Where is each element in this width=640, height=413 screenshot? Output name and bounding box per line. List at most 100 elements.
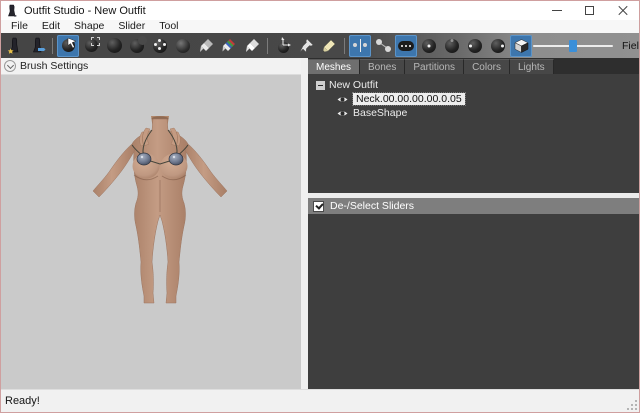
status-text: Ready! bbox=[5, 395, 40, 407]
cursor-icon bbox=[67, 38, 77, 49]
boot-star-icon bbox=[6, 37, 23, 54]
pen-icon bbox=[322, 39, 336, 53]
tab-bar: Meshes Bones Partitions Colors Lights bbox=[308, 58, 639, 74]
status-bar: Ready! bbox=[1, 389, 639, 412]
smooth-brush-button[interactable] bbox=[172, 35, 194, 57]
axis-arrows-icon bbox=[274, 36, 292, 54]
tree-item-baseshape[interactable]: BaseShape bbox=[308, 106, 639, 120]
fov-slider[interactable] bbox=[533, 39, 613, 53]
show-vertices-toggle[interactable] bbox=[395, 35, 417, 57]
right-arm bbox=[185, 144, 227, 197]
minimize-icon bbox=[552, 10, 562, 11]
load-reference-button[interactable] bbox=[26, 35, 48, 57]
app-logo-icon bbox=[6, 4, 19, 18]
alpha-brush-button[interactable] bbox=[241, 35, 263, 57]
tab-lights[interactable]: Lights bbox=[510, 59, 554, 74]
pin-tool-button[interactable] bbox=[295, 35, 317, 57]
collapse-expander-icon[interactable] bbox=[316, 81, 325, 90]
tree-root-row[interactable]: New Outfit bbox=[308, 78, 639, 92]
directional-light-2-toggle[interactable] bbox=[464, 35, 486, 57]
dot-icon bbox=[158, 47, 161, 50]
menu-edit[interactable]: Edit bbox=[35, 20, 67, 33]
fov-area: Field of View: 65 bbox=[533, 39, 640, 53]
left-arm bbox=[93, 144, 135, 197]
toolbar: Field of View: 65 bbox=[1, 33, 639, 58]
x-mirror-toggle[interactable] bbox=[349, 35, 371, 57]
select-tool-button[interactable] bbox=[57, 35, 79, 57]
mask-brush-button[interactable] bbox=[80, 35, 102, 57]
tree-item-neck[interactable]: Neck.00.00.00.00.0.05 bbox=[308, 92, 639, 106]
close-icon bbox=[618, 6, 628, 16]
toolbar-separator bbox=[267, 38, 268, 54]
viewport-3d[interactable] bbox=[1, 75, 301, 389]
main-content: Brush Settings bbox=[1, 58, 639, 389]
crescent-icon bbox=[138, 36, 147, 45]
toolbar-separator bbox=[344, 38, 345, 54]
white-brush-icon bbox=[245, 38, 260, 53]
frontal-light-toggle[interactable] bbox=[418, 35, 440, 57]
collapse-chevron-icon[interactable] bbox=[4, 60, 16, 72]
perspective-toggle[interactable] bbox=[510, 35, 532, 57]
tab-meshes[interactable]: Meshes bbox=[308, 59, 360, 74]
maximize-button[interactable] bbox=[573, 1, 606, 20]
minimize-button[interactable] bbox=[540, 1, 573, 20]
dot-icon bbox=[163, 43, 166, 46]
tree-root-label: New Outfit bbox=[329, 79, 378, 91]
deflate-brush-button[interactable] bbox=[126, 35, 148, 57]
pin-icon bbox=[299, 38, 314, 53]
move-brush-button[interactable] bbox=[149, 35, 171, 57]
menu-shape[interactable]: Shape bbox=[67, 20, 111, 33]
menu-slider[interactable]: Slider bbox=[111, 20, 152, 33]
sphere-icon bbox=[107, 38, 122, 53]
left-pane: Brush Settings bbox=[1, 58, 301, 389]
visibility-eye-icon[interactable] bbox=[336, 109, 349, 118]
resize-grip[interactable] bbox=[626, 399, 638, 411]
brush-settings-header[interactable]: Brush Settings bbox=[1, 58, 301, 75]
load-outfit-button[interactable] bbox=[3, 35, 25, 57]
directional-light-1-toggle[interactable] bbox=[441, 35, 463, 57]
tree-item-label-selected[interactable]: Neck.00.00.00.00.0.05 bbox=[353, 93, 465, 105]
directional-light-3-toggle[interactable] bbox=[487, 35, 509, 57]
rgb-brush-icon bbox=[222, 38, 237, 53]
boot-arrow-icon bbox=[29, 37, 46, 54]
fov-slider-thumb[interactable] bbox=[569, 40, 577, 52]
dot-icon bbox=[154, 43, 157, 46]
sphere-icon bbox=[176, 39, 190, 53]
window-controls bbox=[540, 1, 639, 20]
visibility-eye-icon[interactable] bbox=[336, 95, 349, 104]
tab-partitions[interactable]: Partitions bbox=[405, 59, 464, 74]
connected-only-toggle[interactable] bbox=[372, 35, 394, 57]
menu-bar: File Edit Shape Slider Tool bbox=[1, 20, 639, 33]
menu-file[interactable]: File bbox=[4, 20, 35, 33]
light-dot-icon bbox=[428, 44, 431, 47]
light-dot-icon bbox=[501, 44, 504, 47]
mirror-icon bbox=[352, 39, 368, 52]
maximize-icon bbox=[585, 6, 594, 15]
inflate-brush-button[interactable] bbox=[103, 35, 125, 57]
light-dot-icon bbox=[451, 39, 454, 42]
harness-pad-right bbox=[169, 153, 183, 165]
color-brush-button[interactable] bbox=[218, 35, 240, 57]
menu-tool[interactable]: Tool bbox=[152, 20, 185, 33]
tree-item-label[interactable]: BaseShape bbox=[353, 107, 407, 119]
fov-label: Field of View: 65 bbox=[622, 40, 640, 52]
vertex-edit-button[interactable] bbox=[318, 35, 340, 57]
vertex-oval-icon bbox=[398, 41, 414, 51]
outfit-studio-window: Outfit Studio - New Outfit File Edit Sha… bbox=[0, 0, 640, 413]
cube-icon bbox=[514, 39, 529, 53]
close-button[interactable] bbox=[606, 1, 639, 20]
title-bar[interactable]: Outfit Studio - New Outfit bbox=[1, 1, 639, 20]
tab-colors[interactable]: Colors bbox=[464, 59, 510, 74]
pane-splitter[interactable] bbox=[301, 58, 308, 389]
light-dot-icon bbox=[469, 44, 472, 47]
meshes-panel: New Outfit Neck.00.00.00.00.0.05 BaseSha… bbox=[308, 74, 639, 193]
harness-pad-left bbox=[137, 153, 151, 165]
tab-bones[interactable]: Bones bbox=[360, 59, 405, 74]
toolbar-separator bbox=[52, 38, 53, 54]
dot-icon bbox=[158, 39, 161, 42]
transform-tool-button[interactable] bbox=[272, 35, 294, 57]
sliders-header-label: De-/Select Sliders bbox=[330, 200, 414, 212]
deselect-sliders-checkbox[interactable] bbox=[313, 201, 324, 212]
weight-brush-button[interactable] bbox=[195, 35, 217, 57]
brush-settings-label: Brush Settings bbox=[20, 60, 88, 72]
